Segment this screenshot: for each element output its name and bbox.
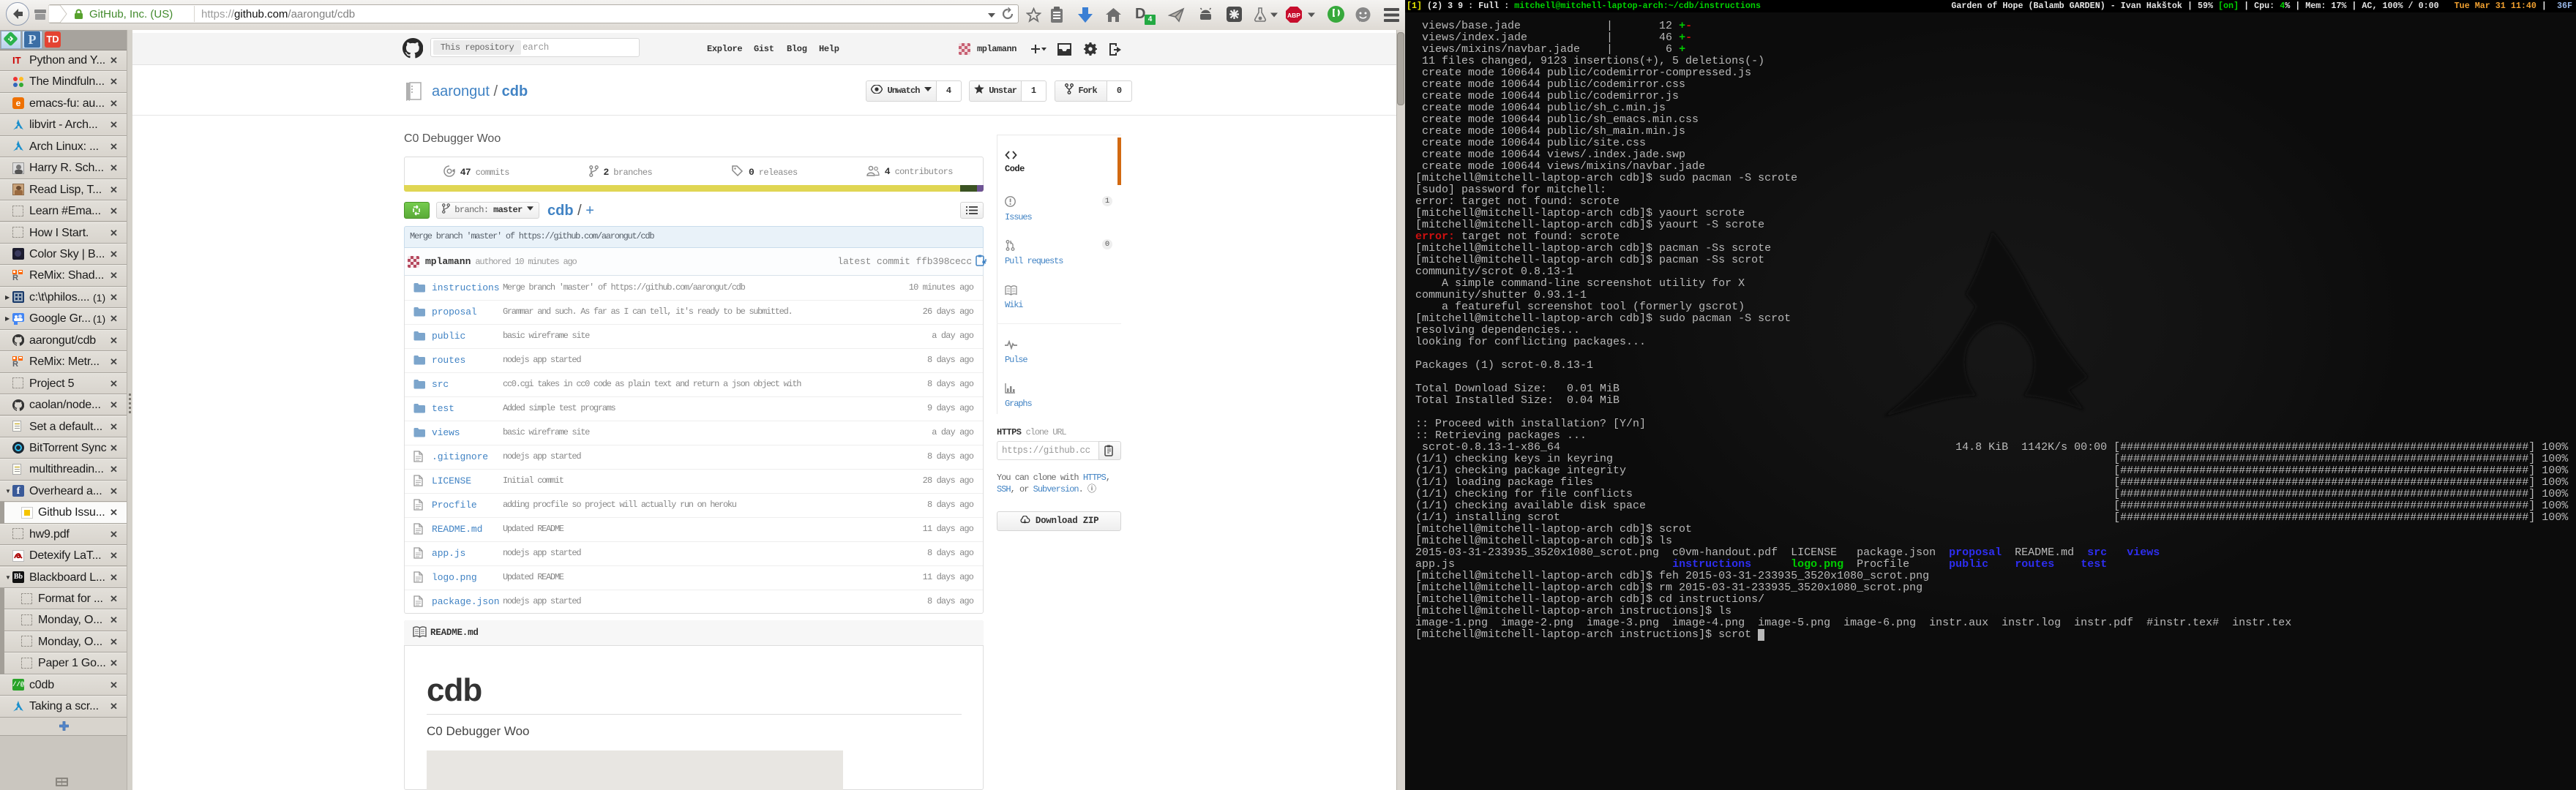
svg-text:ABP: ABP (1287, 12, 1300, 19)
